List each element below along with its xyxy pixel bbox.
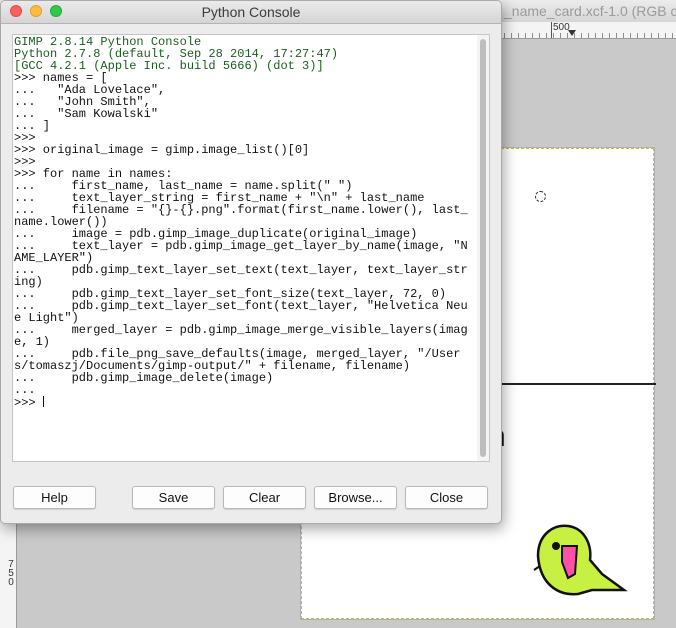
ruler-left-label: 750: [8, 559, 14, 588]
image-window-title: _name_card.xcf-1.0 (RGB col: [504, 3, 676, 19]
party-parrot-icon: [533, 524, 628, 596]
text-caret: [42, 396, 44, 407]
console-title: Python Console: [201, 4, 301, 20]
save-button[interactable]: Save: [132, 486, 215, 509]
console-line: ... pdb.gimp_image_delete(image): [14, 371, 274, 385]
console-line: ... pdb.gimp_text_layer_set_font(text_la…: [14, 299, 468, 313]
console-line: ... ]: [14, 119, 51, 133]
console-line: >>>: [14, 396, 44, 410]
clear-button[interactable]: Clear: [223, 486, 306, 509]
console-text[interactable]: GIMP 2.8.14 Python Console Python 2.7.8 (…: [13, 36, 468, 409]
scrollbar-thumb[interactable]: [480, 39, 486, 457]
python-console-dialog: Python Console GIMP 2.8.14 Python Consol…: [0, 0, 502, 524]
help-button[interactable]: Help: [13, 486, 96, 509]
console-line: ... pdb.gimp_text_layer_set_text(text_la…: [14, 263, 468, 277]
close-button[interactable]: Close: [405, 486, 488, 509]
console-output-area[interactable]: GIMP 2.8.14 Python Console Python 2.7.8 (…: [12, 34, 479, 462]
ruler-major-tick: [551, 22, 552, 38]
console-line: ... merged_layer = pdb.gimp_image_merge_…: [14, 323, 468, 337]
console-scrollbar[interactable]: [477, 34, 490, 462]
console-line: >>> original_image = gimp.image_list()[0…: [14, 143, 310, 157]
browse-button[interactable]: Browse...: [314, 486, 397, 509]
ruler-pointer-marker: [568, 30, 576, 36]
console-line: ... "Sam Kowalski": [14, 107, 159, 121]
console-line: ...: [14, 383, 36, 397]
brush-cursor: [535, 191, 546, 202]
console-titlebar[interactable]: Python Console: [1, 1, 501, 24]
